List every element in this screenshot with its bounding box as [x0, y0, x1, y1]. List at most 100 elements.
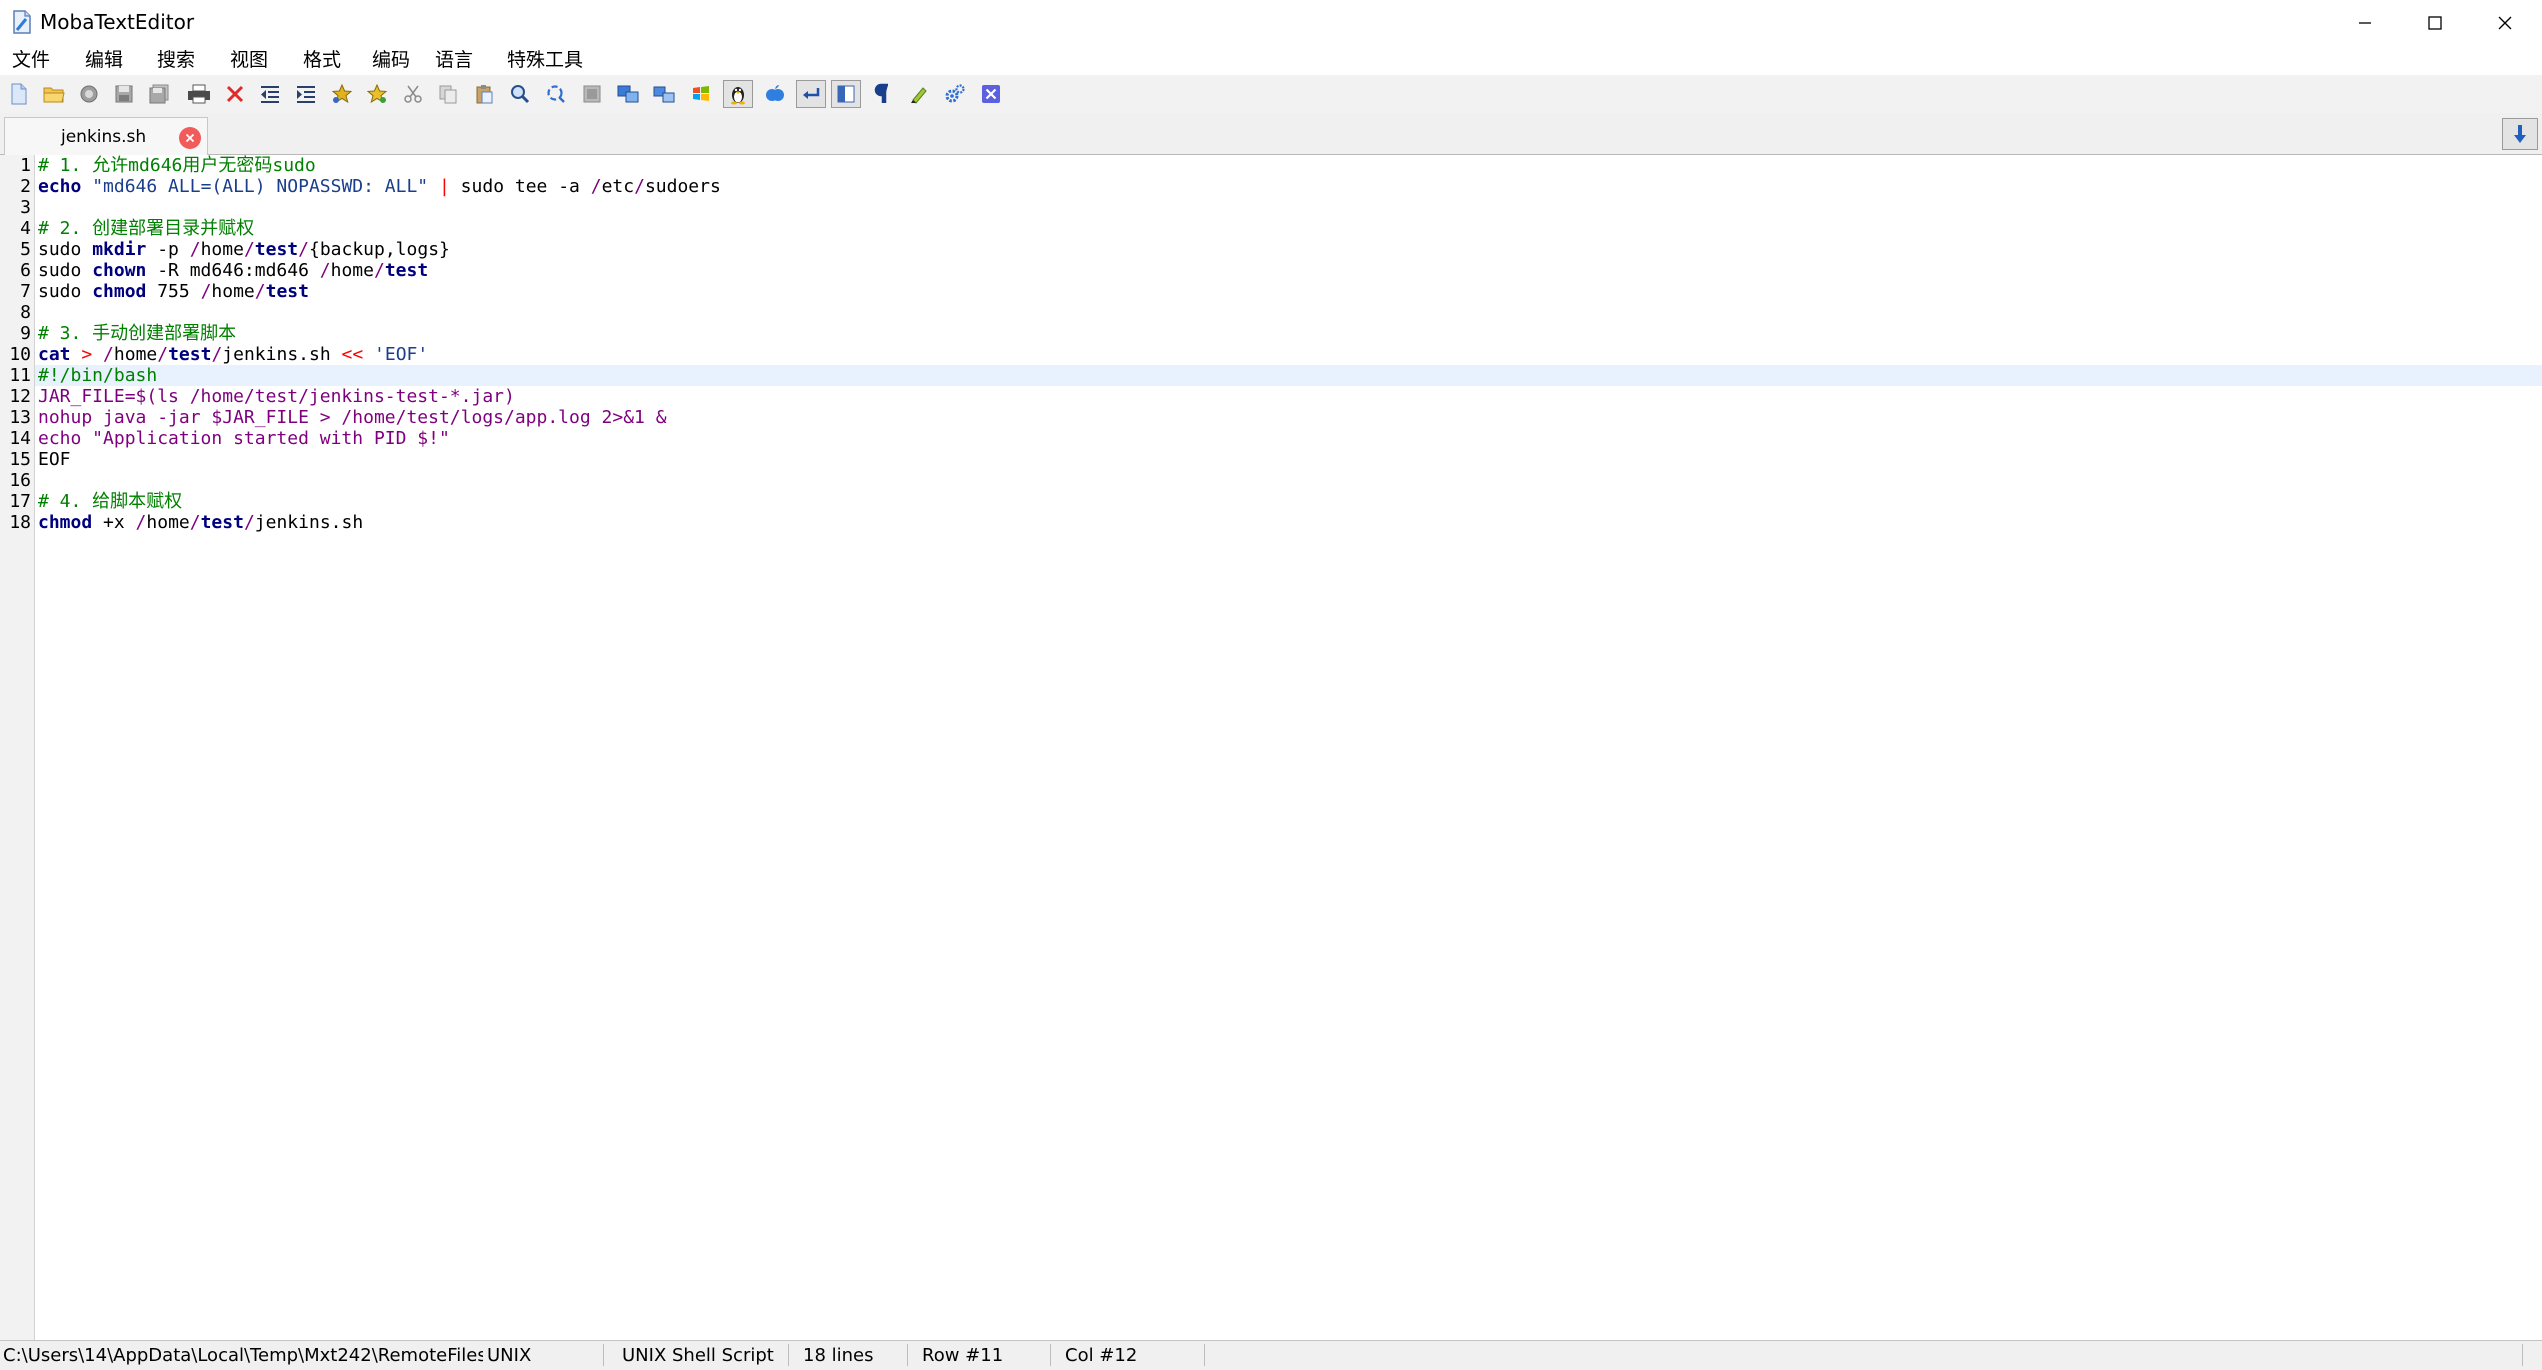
code-token: # 3. 手动创建部署脚本 — [38, 323, 237, 344]
menu-language[interactable]: 语言 — [435, 48, 473, 72]
code-token: # 4. 给脚本赋权 — [38, 491, 183, 512]
code-token: / — [373, 260, 385, 281]
highlight-button[interactable] — [904, 80, 934, 108]
new-file-button[interactable] — [4, 80, 34, 108]
line-number: 15 — [9, 449, 31, 470]
word-wrap-button[interactable] — [796, 80, 826, 108]
line-number: 10 — [9, 344, 31, 365]
copy-button[interactable] — [433, 80, 463, 108]
split-view-button[interactable] — [831, 80, 861, 108]
status-file-path: C:\Users\14\AppData\Local\Temp\Mxt242\Re… — [3, 1345, 483, 1366]
current-line-highlight — [35, 365, 2542, 386]
menu-encoding[interactable]: 编码 — [372, 48, 410, 72]
code-line: # 3. 手动创建部署脚本 — [38, 323, 236, 344]
code-token: echo — [38, 176, 82, 197]
status-line-count: 18 lines — [803, 1345, 874, 1366]
paste-button[interactable] — [469, 80, 499, 108]
mac-eol-button[interactable] — [760, 80, 790, 108]
indent-button[interactable] — [291, 80, 321, 108]
code-line: nohup java -jar $JAR_FILE > /home/test/l… — [38, 407, 667, 428]
code-token: test — [384, 260, 429, 281]
code-token: "md646 ALL=(ALL) NOPASSWD: ALL" — [92, 176, 429, 197]
exit-icon — [982, 85, 1000, 103]
code-token: # 1. 允许md646用户无密码sudo — [38, 155, 316, 176]
select-all-button[interactable] — [577, 80, 607, 108]
code-token: chmod — [38, 512, 93, 533]
status-separator — [1050, 1344, 1051, 1366]
menu-special-tools[interactable]: 特殊工具 — [507, 48, 583, 72]
minimize-button[interactable] — [2330, 0, 2400, 45]
line-number: 17 — [9, 491, 31, 512]
code-line: cat > /home/test/jenkins.sh << 'EOF' — [38, 344, 429, 365]
tab-list-button[interactable] — [2502, 118, 2538, 150]
maximize-icon — [2428, 15, 2442, 30]
code-line: echo "md646 ALL=(ALL) NOPASSWD: ALL" | s… — [38, 176, 721, 197]
line-number: 5 — [20, 239, 31, 260]
print-button[interactable] — [184, 80, 214, 108]
close-window-button[interactable] — [2470, 0, 2540, 45]
code-token: chmod — [92, 281, 147, 302]
code-token: nohup java -jar $JAR_FILE > /home/test/l… — [38, 407, 667, 428]
bookmark-next-button[interactable] — [362, 80, 392, 108]
line-number: 11 — [9, 365, 31, 386]
linux-eol-button[interactable] — [723, 80, 753, 108]
menu-format[interactable]: 格式 — [303, 48, 341, 72]
word-wrap-icon — [803, 88, 820, 99]
reload-button[interactable] — [74, 80, 104, 108]
save-button[interactable] — [109, 80, 139, 108]
status-separator — [2522, 1344, 2523, 1366]
code-token: # 2. 创建部署目录并赋权 — [38, 218, 255, 239]
code-token: test — [254, 239, 299, 260]
outdent-icon — [261, 86, 279, 103]
windows-eol-button[interactable] — [686, 80, 716, 108]
menu-search[interactable]: 搜索 — [157, 48, 195, 72]
line-number: 2 — [20, 176, 31, 197]
cut-button[interactable] — [398, 80, 428, 108]
code-token: / — [211, 344, 223, 365]
code-token: cat — [38, 344, 71, 365]
code-token: JAR_FILE=$(ls /home/test/jenkins-test-*.… — [38, 386, 515, 407]
sync-button[interactable] — [649, 80, 679, 108]
save-all-button[interactable] — [144, 80, 174, 108]
outdent-button[interactable] — [255, 80, 285, 108]
code-line: # 2. 创建部署目录并赋权 — [38, 218, 254, 239]
code-token: chown — [92, 260, 147, 281]
open-file-button[interactable] — [39, 80, 69, 108]
select-all-icon — [583, 85, 601, 103]
menu-file[interactable]: 文件 — [12, 48, 50, 72]
toolbar — [0, 75, 2542, 113]
settings-button[interactable] — [940, 80, 970, 108]
status-separator — [907, 1344, 908, 1366]
menu-view[interactable]: 视图 — [230, 48, 268, 72]
code-token: #!/bin/bash — [38, 365, 158, 386]
line-number: 7 — [20, 281, 31, 302]
code-token: / — [189, 239, 201, 260]
code-line: sudo chmod 755 /home/test — [38, 281, 309, 302]
exit-button[interactable] — [976, 80, 1006, 108]
arrow-down-icon — [2514, 125, 2526, 143]
mac-eol-icon — [766, 85, 784, 101]
cut-icon — [404, 85, 422, 103]
code-token: / — [189, 512, 201, 533]
tab-label: jenkins.sh — [61, 127, 147, 147]
show-whitespace-button[interactable] — [868, 80, 898, 108]
find-button[interactable] — [505, 80, 535, 108]
linux-eol-icon — [731, 87, 745, 105]
settings-icon — [945, 84, 965, 103]
compare-button[interactable] — [613, 80, 643, 108]
split-view-icon — [837, 85, 855, 103]
status-bar: C:\Users\14\AppData\Local\Temp\Mxt242\Re… — [0, 1340, 2542, 1370]
code-line: # 1. 允许md646用户无密码sudo — [38, 155, 316, 176]
open-folder-icon — [43, 87, 65, 103]
code-editor[interactable]: 1 2 3 4 5 6 7 8 9 10 11 12 13 14 15 16 1… — [0, 155, 2542, 1340]
maximize-button[interactable] — [2400, 0, 2470, 45]
line-number-gutter: 1 2 3 4 5 6 7 8 9 10 11 12 13 14 15 16 1… — [0, 155, 35, 1340]
menu-bar: 文件 编辑 搜索 视图 格式 编码 语言 特殊工具 — [0, 45, 2542, 75]
close-tab-button[interactable] — [179, 127, 201, 149]
close-file-button[interactable] — [220, 80, 250, 108]
tab-jenkins-sh[interactable]: jenkins.sh — [4, 117, 208, 155]
find-replace-button[interactable] — [541, 80, 571, 108]
menu-edit[interactable]: 编辑 — [85, 48, 123, 72]
bookmark-button[interactable] — [327, 80, 357, 108]
sync-icon — [653, 86, 675, 103]
